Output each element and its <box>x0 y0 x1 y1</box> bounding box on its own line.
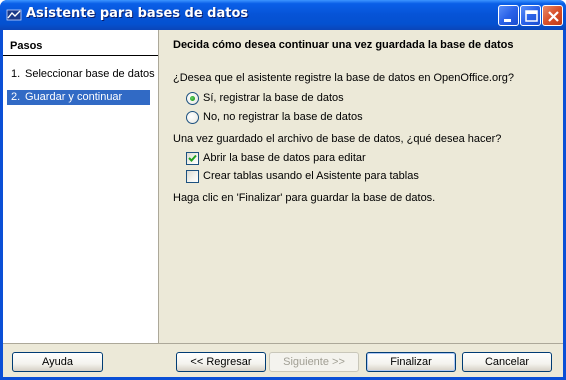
register-no-label: No, no registrar la base de datos <box>203 111 363 123</box>
help-button[interactable]: Ayuda <box>12 352 103 372</box>
finish-instruction: Haga clic en 'Finalizar' para guardar la… <box>173 192 436 204</box>
title-bar[interactable]: Asistente para bases de datos <box>0 0 566 30</box>
step-save-and-continue[interactable]: 2. Guardar y continuar <box>7 90 150 105</box>
back-button[interactable]: << Regresar <box>176 352 266 372</box>
wizard-client-area: Pasos 1. Seleccionar base de datos 2. Guar… <box>3 30 563 377</box>
maximize-icon <box>525 10 538 22</box>
openoffice-app-icon <box>6 9 22 21</box>
close-icon <box>548 11 559 22</box>
steps-title: Pasos <box>10 40 43 52</box>
checkmark-icon <box>188 154 197 162</box>
wizard-window: Asistente para bases de datos Pasos 1. Se… <box>0 0 566 380</box>
maximize-button[interactable] <box>520 5 541 26</box>
register-yes-label: Sí, registrar la base de datos <box>203 92 344 104</box>
button-bar: Ayuda << Regresar Siguiente >> Finalizar… <box>3 343 563 377</box>
next-button[interactable]: Siguiente >> <box>269 352 359 372</box>
radio-button[interactable] <box>186 111 199 124</box>
checkbox[interactable] <box>186 170 199 183</box>
cancel-button[interactable]: Cancelar <box>462 352 552 372</box>
minimize-icon <box>504 19 511 22</box>
create-tables-label: Crear tablas usando el Asistente para ta… <box>203 170 419 182</box>
register-question: ¿Desea que el asistente registre la base… <box>173 72 515 84</box>
step-number: 2. <box>11 91 21 103</box>
open-for-edit-label: Abrir la base de datos para editar <box>203 152 366 164</box>
step-number: 1. <box>11 68 21 80</box>
step-label: Guardar y continuar <box>25 91 123 103</box>
checkbox-checked[interactable] <box>186 152 199 165</box>
close-button[interactable] <box>542 5 563 26</box>
steps-sidebar: Pasos 1. Seleccionar base de datos 2. Guar… <box>3 30 158 343</box>
finish-button[interactable]: Finalizar <box>366 352 456 372</box>
radio-button-checked[interactable] <box>186 92 199 105</box>
steps-divider <box>3 55 158 56</box>
step-label: Seleccionar base de datos <box>25 68 155 80</box>
minimize-button[interactable] <box>498 5 519 26</box>
after-save-question: Una vez guardado el archivo de base de d… <box>173 133 502 145</box>
step-select-database[interactable]: 1. Seleccionar base de datos <box>7 67 155 82</box>
window-title: Asistente para bases de datos <box>26 6 249 21</box>
page-heading: Decida cómo desea continuar una vez guar… <box>173 39 514 51</box>
wizard-page: Decida cómo desea continuar una vez guar… <box>158 30 563 343</box>
